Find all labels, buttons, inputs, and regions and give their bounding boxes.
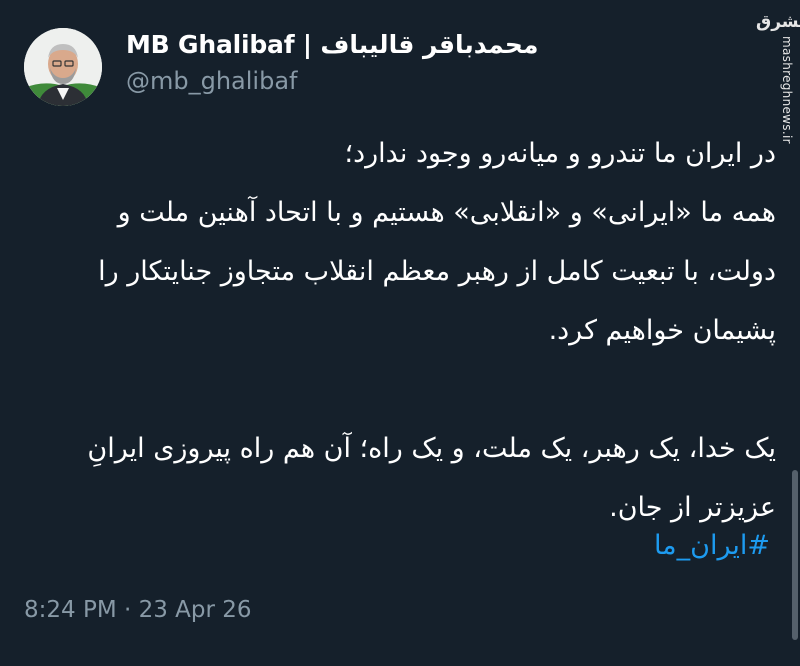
- tweet-text: در ایران ما تندرو و میانه‌رو وجود ندارد؛…: [24, 124, 776, 537]
- tweet-line: پشیمان خواهیم کرد.: [548, 315, 776, 346]
- hashtag-link[interactable]: #ایران_ما: [654, 530, 770, 561]
- watermark: مشرق mashreghnews.ir: [754, 12, 800, 144]
- tweet-line: در ایران ما تندرو و میانه‌رو وجود ندارد؛: [344, 138, 776, 169]
- watermark-url: mashreghnews.ir: [780, 36, 794, 144]
- scrollbar[interactable]: [792, 470, 798, 640]
- tweet-line: همه ما «ایرانی» و «انقلابی» هستیم و با ا…: [117, 197, 776, 228]
- avatar-icon: [24, 28, 102, 106]
- user-avatar[interactable]: [24, 28, 102, 106]
- watermark-logo: مشرق: [756, 12, 800, 32]
- tweet-line: دولت، با تبعیت کامل از رهبر معظم انقلاب …: [98, 256, 776, 287]
- tweet-card: MB Ghalibaf | محمدباقر قالیباف @mb_ghali…: [0, 0, 800, 666]
- tweet-line: یک خدا، یک رهبر، یک ملت، و یک راه؛ آن هم…: [87, 433, 776, 464]
- tweet-line: عزیزتر از جان.: [609, 492, 776, 523]
- tweet-timestamp[interactable]: 8:24 PM · 23 Apr 26: [24, 597, 252, 623]
- display-name[interactable]: MB Ghalibaf | محمدباقر قالیباف: [126, 30, 539, 59]
- user-handle[interactable]: @mb_ghalibaf: [126, 67, 298, 95]
